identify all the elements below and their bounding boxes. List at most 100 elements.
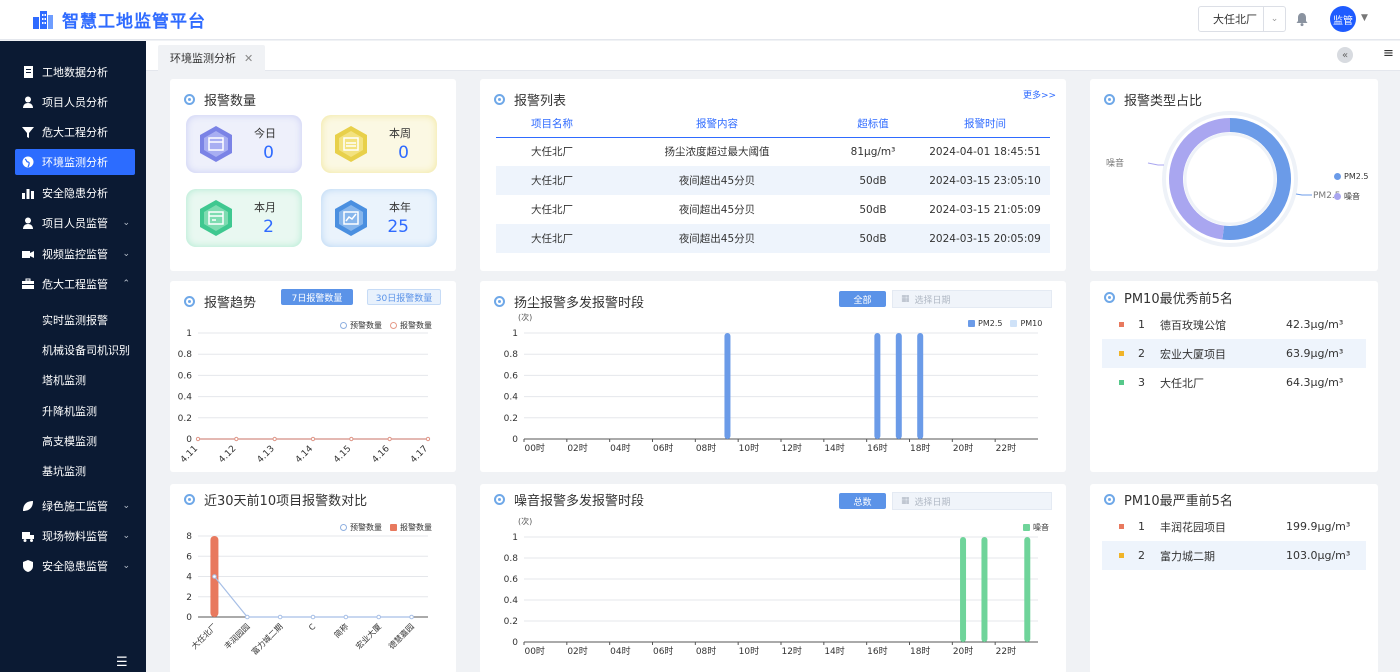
date-placeholder: 选择日期 [914,295,951,306]
table-row[interactable]: 大任北厂 夜间超出45分贝 50dB 2024-03-15 23:05:10 [496,166,1050,195]
all-button[interactable]: 全部 [839,291,886,307]
sidebar-item-material-supervision[interactable]: 现场物料监管 ⌄ [0,523,146,549]
date-picker[interactable]: ▦ 选择日期 [892,290,1052,308]
sidebar-item-label: 视频监控监管 [42,248,108,261]
chevron-down-icon[interactable]: ⌄ [1263,7,1285,31]
sidebar-subitem-realtime-alarm[interactable]: 实时监测报警 [42,312,108,328]
sidebar-item-personnel-analysis[interactable]: 项目人员分析 [0,89,146,115]
target-icon [184,494,195,505]
x-tick-label: 02时 [567,645,587,657]
sidebar-item-site-data-analysis[interactable]: 工地数据分析 [0,59,146,85]
chevron-down-icon: ⌄ [122,218,130,228]
30-day-button[interactable]: 30日报警数量 [367,289,441,305]
more-link[interactable]: 更多>> [1023,88,1056,101]
x-tick-label: 10时 [739,645,759,657]
card-title: 报警数量 [184,90,256,109]
sidebar-subitem-elevator[interactable]: 升降机监测 [42,403,97,419]
sidebar-item-video-supervision[interactable]: 视频监控监管 ⌄ [0,241,146,267]
pm10-worst-card: PM10最严重前5名 1 丰润花园项目 199.9μg/m³ 2 富力城二期 1… [1090,484,1378,672]
y-tick-label: 0.2 [504,617,518,627]
sidebar-subitem-foundation-pit[interactable]: 基坑监测 [42,463,86,479]
x-tick-label: 4.16 [371,444,392,465]
card-title: 扬尘报警多发报警时段 [494,292,644,311]
stat-value: 2 [263,217,274,237]
project-name: 大任北厂 [1160,376,1204,390]
card-title: 近30天前10项目报警数对比 [184,490,367,509]
user-icon [22,217,34,229]
x-tick-label: 大任北厂 [189,621,219,651]
y-unit-label: (次) [518,313,533,322]
legend-dot [1334,193,1341,200]
video-icon [22,248,34,260]
chevron-down-icon: ⌄ [122,249,130,259]
list-item[interactable]: 2 宏业大厦项目 63.9μg/m³ [1102,339,1366,368]
noise-period-chart: 0 0.2 0.4 0.6 0.8 1 00时 02时 04时 06时 08时 10时 12时 14时 16… [504,533,1038,657]
total-button[interactable]: 总数 [839,493,886,509]
target-icon [494,494,505,505]
data-point [244,614,250,620]
y-tick-label: 0 [186,435,192,445]
sidebar-subitem-tower-crane[interactable]: 塔机监测 [42,372,86,388]
site-select[interactable]: 大任北厂 ⌄ [1198,6,1286,32]
7-day-button[interactable]: 7日报警数量 [281,289,353,305]
project-name: 宏业大厦项目 [1160,347,1226,361]
table-row[interactable]: 大任北厂 夜间超出45分贝 50dB 2024-03-15 20:05:09 [496,224,1050,253]
sidebar-subitem-driver-recognition[interactable]: 机械设备司机识别 [42,342,130,358]
y-tick-label: 6 [186,552,192,562]
user-avatar[interactable]: 监管 [1330,6,1356,32]
sidebar-item-hazard-analysis[interactable]: 危大工程分析 [0,119,146,145]
tab-menu-icon[interactable]: ≡ [1383,46,1394,61]
table-cell: 2024-03-15 20:05:09 [920,224,1050,253]
scroll-left-icon[interactable]: « [1337,47,1353,63]
sidebar-item-environment-analysis[interactable]: 环境监测分析 [15,149,135,175]
caret-down-icon[interactable]: ▼ [1361,13,1368,23]
tab-environment-analysis[interactable]: 环境监测分析 ✕ [158,45,266,71]
leader-line-noise [1147,162,1164,166]
sidebar-item-personnel-supervision[interactable]: 项目人员监管 ⌄ [0,210,146,236]
table-cell: 50dB [826,166,920,195]
alarm-trend-card: 报警趋势 7日报警数量 30日报警数量 预警数量 报警数量 0 0.2 0.4 0.6… [170,281,456,472]
card-title: PM10最严重前5名 [1104,490,1233,509]
sidebar-item-hazard-supervision[interactable]: 危大工程监管 ⌃ [0,271,146,297]
x-tick-label: 06时 [653,645,673,657]
list-item[interactable]: 1 丰润花园项目 199.9μg/m³ [1102,512,1366,541]
pm10-value: 103.0μg/m³ [1286,549,1351,562]
calendar-hex-icon [200,126,232,162]
pm10-value: 199.9μg/m³ [1286,520,1351,533]
date-picker[interactable]: ▦ 选择日期 [892,492,1052,510]
bell-icon[interactable] [1294,11,1310,27]
list-item[interactable]: 1 德百玫瑰公馆 42.3μg/m³ [1102,310,1366,339]
table-row[interactable]: 大任北厂 扬尘浓度超过最大阈值 81μg/m³ 2024-04-01 18:45… [496,137,1050,166]
card-title-text: 报警类型占比 [1124,94,1203,109]
rank-number: 2 [1138,549,1145,562]
target-icon [184,296,195,307]
y-tick-label: 0.8 [504,350,519,360]
globe-icon [22,156,34,168]
alarm-list-card: 报警列表 更多>> 项目名称 报警内容 超标值 报警时间 大任北厂 扬尘浓度超过… [480,79,1066,271]
table-cell: 81μg/m³ [850,145,896,158]
x-tick-label: 04时 [610,442,630,454]
table-cell: 大任北厂 [496,224,608,253]
target-icon [494,296,505,307]
list-item[interactable]: 2 富力城二期 103.0μg/m³ [1102,541,1366,570]
menu-collapse-icon[interactable]: ☰ [116,655,128,670]
column-header: 报警时间 [920,111,1050,138]
close-icon[interactable]: ✕ [244,52,253,65]
card-title: 噪音报警多发报警时段 [494,490,644,509]
sidebar-item-green-construction[interactable]: 绿色施工监管 ⌄ [0,493,146,519]
pm10-value: 63.9μg/m³ [1286,347,1344,360]
list-item[interactable]: 3 大任北厂 64.3μg/m³ [1102,368,1366,397]
sidebar-item-safety-supervision[interactable]: 安全隐患监管 ⌄ [0,553,146,579]
alarm-count-card: 报警数量 今日 0 本周 0 本月 2 本年 25 [170,79,456,271]
y-tick-label: 0.4 [178,393,193,403]
card-title-text: 报警数量 [204,94,257,109]
table-row[interactable]: 大任北厂 夜间超出45分贝 50dB 2024-03-15 21:05:09 [496,195,1050,224]
legend-item-noise[interactable]: 噪音 [1334,191,1360,202]
sidebar-subitem-formwork[interactable]: 高支模监测 [42,433,97,449]
x-tick-label: 16时 [867,645,887,657]
legend-item-pm25[interactable]: PM2.5 [1334,172,1368,181]
sidebar-item-label: 危大工程分析 [42,126,108,139]
app-logo[interactable]: 智慧工地监管平台 [32,7,206,32]
target-icon [1104,94,1115,105]
sidebar-item-safety-analysis[interactable]: 安全隐患分析 [0,180,146,206]
